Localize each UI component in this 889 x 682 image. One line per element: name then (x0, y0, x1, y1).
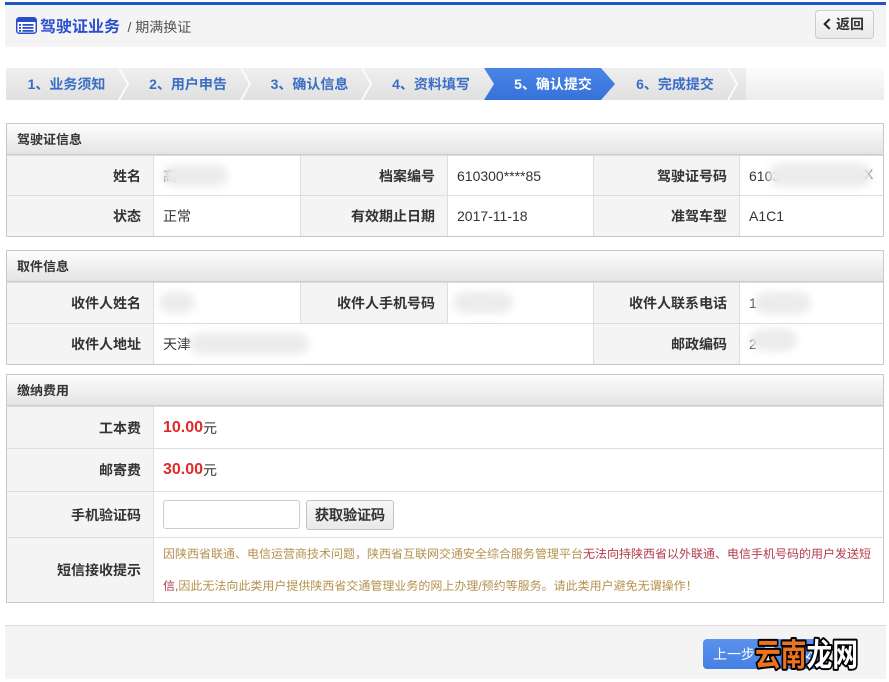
svg-text:云南龙网: 云南龙网 (755, 637, 858, 673)
